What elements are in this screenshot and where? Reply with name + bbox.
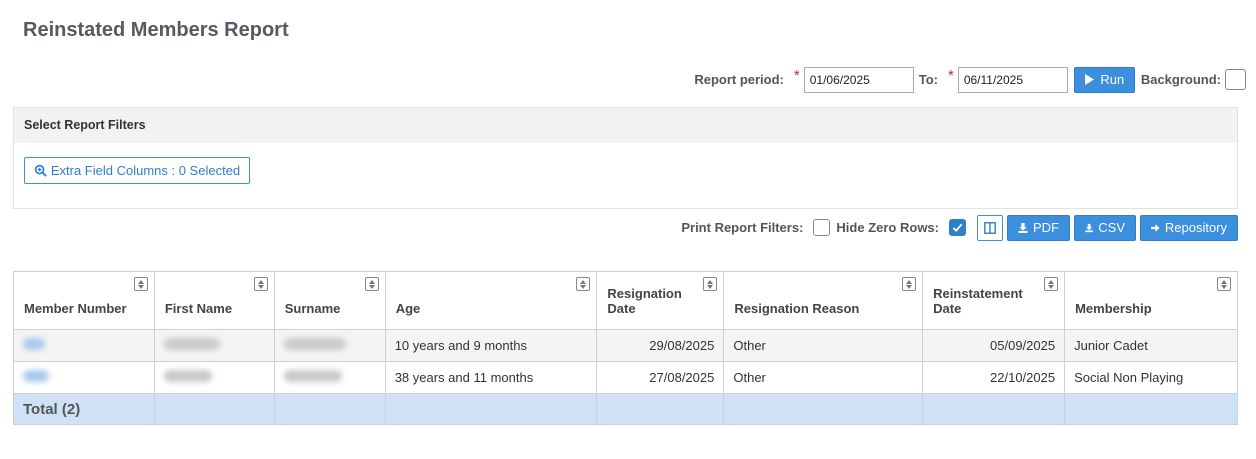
reinstatement-date-cell: 22/10/2025 — [922, 361, 1066, 394]
from-date-input[interactable] — [803, 66, 914, 93]
resignation-reason-cell: Other — [723, 329, 924, 362]
download-icon — [1085, 223, 1093, 232]
sort-icon[interactable] — [364, 277, 379, 291]
redacted-member-number[interactable] — [23, 338, 45, 350]
surname-cell — [273, 361, 386, 394]
column-header-label: Surname — [284, 301, 341, 316]
first-name-cell — [153, 361, 275, 394]
page-title: Reinstated Members Report — [23, 19, 289, 41]
first-name-cell — [153, 329, 275, 362]
member-number-cell[interactable] — [13, 329, 155, 362]
total-cell — [596, 393, 725, 425]
resignation-date-cell: 27/08/2025 — [596, 361, 725, 394]
column-header[interactable]: Membership — [1064, 271, 1238, 330]
column-header-label: Reinstatement Date — [933, 286, 1023, 316]
column-header[interactable]: Resignation Reason — [723, 271, 924, 330]
membership-cell: Junior Cadet — [1064, 329, 1238, 362]
repository-button[interactable]: Repository — [1140, 214, 1238, 241]
age-cell: 38 years and 11 months — [384, 361, 598, 394]
sort-icon[interactable] — [1044, 277, 1059, 291]
hide-zero-checkbox[interactable] — [949, 219, 966, 236]
table-row: 38 years and 11 months 27/08/2025 Other … — [13, 361, 1238, 394]
column-header-label: First Name — [164, 301, 233, 316]
membership-cell: Social Non Playing — [1064, 361, 1238, 394]
run-label: Run — [1100, 72, 1125, 87]
table-header-row: Member Number First Name Surname Age Res… — [13, 271, 1238, 330]
column-header-label: Age — [395, 301, 421, 316]
column-header[interactable]: Member Number — [13, 271, 155, 330]
resignation-reason-cell: Other — [723, 361, 924, 394]
column-header-label: Resignation Date — [607, 286, 682, 316]
column-header-label: Membership — [1075, 301, 1152, 316]
report-period-label: Report period: — [694, 72, 784, 87]
total-cell — [153, 393, 275, 425]
column-chooser-button[interactable] — [977, 214, 1003, 241]
report-table: Member Number First Name Surname Age Res… — [13, 271, 1238, 425]
total-label: Total (2) — [13, 393, 155, 425]
member-number-cell[interactable] — [13, 361, 155, 394]
redacted-surname — [283, 370, 342, 382]
sort-icon[interactable] — [703, 277, 718, 291]
column-header[interactable]: Resignation Date — [596, 271, 725, 330]
pdf-label: PDF — [1033, 220, 1059, 235]
extra-field-columns-button[interactable]: Extra Field Columns : 0 Selected — [24, 157, 250, 184]
column-header-label: Member Number — [24, 301, 127, 316]
column-header[interactable]: Surname — [273, 271, 386, 330]
total-cell — [1064, 393, 1238, 425]
total-cell — [384, 393, 598, 425]
total-cell — [723, 393, 924, 425]
run-button[interactable]: Run — [1073, 66, 1135, 93]
required-marker: * — [947, 67, 954, 84]
filters-heading: Select Report Filters — [14, 108, 1237, 143]
sort-icon[interactable] — [576, 277, 591, 291]
column-header[interactable]: Reinstatement Date — [922, 271, 1066, 330]
column-header-label: Resignation Reason — [734, 301, 860, 316]
print-filters-label: Print Report Filters: — [681, 220, 804, 235]
extra-field-columns-label: Extra Field Columns : 0 Selected — [50, 163, 241, 178]
search-plus-icon — [34, 164, 47, 177]
check-icon — [952, 223, 963, 233]
age-cell: 10 years and 9 months — [384, 329, 598, 362]
columns-icon — [984, 221, 996, 234]
surname-cell — [273, 329, 386, 362]
column-header[interactable]: First Name — [153, 271, 275, 330]
hide-zero-label: Hide Zero Rows: — [836, 220, 939, 235]
background-checkbox[interactable] — [1225, 69, 1246, 90]
play-icon — [1085, 74, 1095, 85]
arrow-right-icon — [1151, 223, 1160, 232]
redacted-surname — [283, 338, 346, 350]
sort-icon[interactable] — [133, 277, 148, 291]
repository-label: Repository — [1164, 220, 1227, 235]
print-filters-checkbox[interactable] — [813, 219, 831, 236]
resignation-date-cell: 29/08/2025 — [596, 329, 725, 362]
report-period-bar: Report period: * To: * Run Background: — [694, 66, 1246, 93]
total-cell — [273, 393, 386, 425]
download-icon — [1018, 222, 1028, 233]
total-cell — [922, 393, 1066, 425]
column-header[interactable]: Age — [384, 271, 598, 330]
to-label: To: — [918, 72, 938, 87]
table-row: 10 years and 9 months 29/08/2025 Other 0… — [13, 329, 1238, 362]
total-row: Total (2) — [13, 393, 1238, 425]
sort-icon[interactable] — [253, 277, 268, 291]
background-label: Background: — [1140, 72, 1221, 87]
csv-label: CSV — [1098, 220, 1125, 235]
redacted-first-name — [163, 338, 220, 350]
required-marker: * — [793, 67, 800, 84]
reinstatement-date-cell: 05/09/2025 — [922, 329, 1066, 362]
sort-icon[interactable] — [1217, 277, 1231, 291]
redacted-first-name — [163, 370, 212, 382]
pdf-button[interactable]: PDF — [1007, 214, 1070, 241]
report-filters-panel: Select Report Filters Extra Field Column… — [13, 107, 1238, 209]
redacted-member-number[interactable] — [23, 370, 49, 382]
sort-icon[interactable] — [902, 277, 917, 291]
csv-button[interactable]: CSV — [1074, 214, 1136, 241]
to-date-input[interactable] — [957, 66, 1068, 93]
report-toolbar: Print Report Filters: Hide Zero Rows: PD… — [681, 214, 1238, 241]
